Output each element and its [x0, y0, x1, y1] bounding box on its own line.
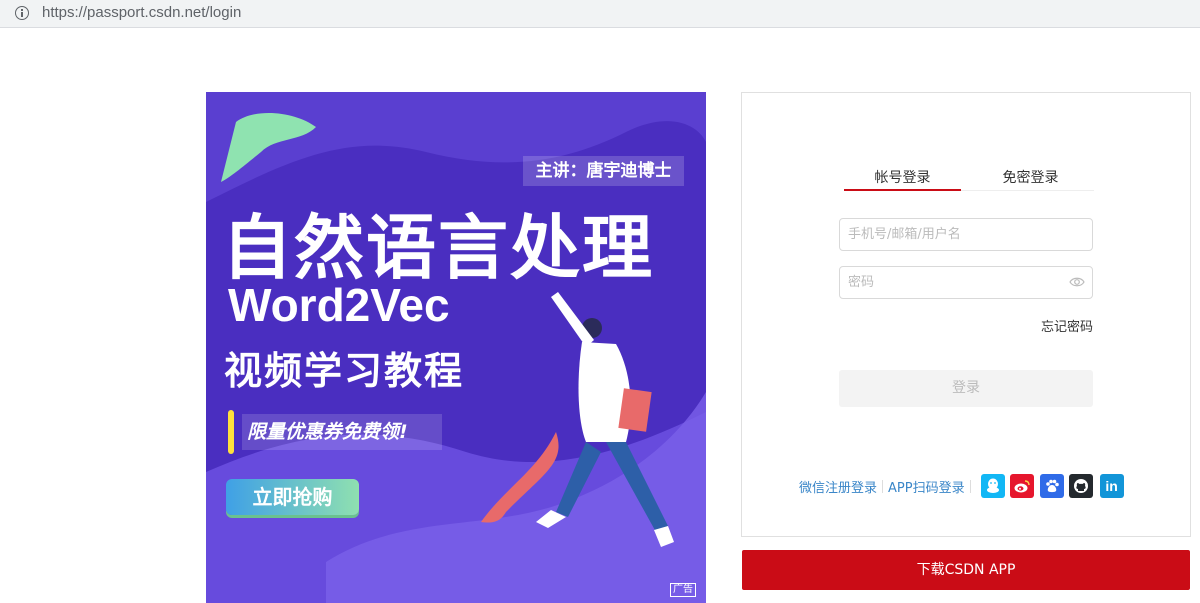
tab-account-login[interactable]: 帐号登录: [844, 169, 961, 191]
login-button[interactable]: 登录: [839, 370, 1093, 407]
social-login-row: 微信注册登录 APP扫码登录 in: [799, 473, 1124, 499]
divider: [969, 479, 971, 493]
url-text[interactable]: https://passport.csdn.net/login: [42, 4, 241, 21]
speaker-tag: 主讲：唐宇迪博士: [523, 156, 684, 186]
ad-label: 广告: [670, 583, 696, 597]
tab-passwordless-login[interactable]: 免密登录: [967, 169, 1094, 191]
info-icon[interactable]: [15, 6, 29, 20]
app-scan-login-link[interactable]: APP扫码登录: [888, 477, 965, 496]
login-panel: 帐号登录 免密登录 忘记密码 登录 微信注册登录 APP扫码登录 in: [741, 92, 1191, 537]
download-app-button[interactable]: 下载CSDN APP: [742, 550, 1190, 590]
weibo-icon[interactable]: [1009, 474, 1034, 498]
eye-icon[interactable]: [1069, 276, 1085, 288]
qq-icon[interactable]: [980, 474, 1005, 498]
buy-now-button[interactable]: 立即抢购: [226, 479, 359, 515]
github-icon[interactable]: [1068, 474, 1093, 498]
forgot-password-link[interactable]: 忘记密码: [1041, 316, 1093, 335]
coupon-accent-bar: [228, 410, 234, 454]
browser-address-bar[interactable]: https://passport.csdn.net/login: [0, 0, 1200, 28]
password-input[interactable]: [839, 266, 1093, 299]
login-tabs: 帐号登录 免密登录: [844, 169, 1094, 191]
divider: [882, 479, 884, 493]
linkedin-icon[interactable]: in: [1099, 474, 1124, 498]
coupon-text: 限量优惠券免费领!: [242, 414, 442, 450]
ad-subtitle: Word2Vec: [228, 279, 450, 331]
ad-subtitle-2: 视频学习教程: [224, 349, 465, 393]
username-input[interactable]: [839, 218, 1093, 251]
wechat-login-link[interactable]: 微信注册登录: [799, 477, 877, 496]
ad-banner[interactable]: 主讲：唐宇迪博士 自然语言处理 Word2Vec 视频学习教程 限量优惠券免费领…: [206, 92, 706, 603]
baidu-icon[interactable]: [1039, 474, 1064, 498]
